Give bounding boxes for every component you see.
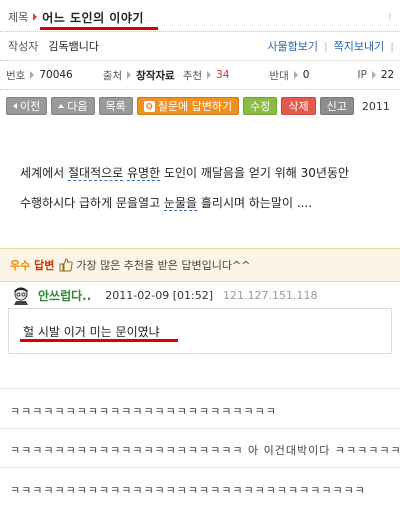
post-number: 70046	[39, 69, 73, 81]
author-links: 사물함보기 | 쪽지보내기 |	[267, 38, 400, 54]
divider	[0, 467, 400, 468]
post-year: 2011	[361, 99, 390, 113]
source-label: 출처	[102, 69, 123, 82]
arrow-icon	[30, 71, 35, 79]
divider	[0, 89, 400, 90]
divider	[0, 31, 400, 32]
author-label: 작성자	[8, 40, 39, 53]
author-name[interactable]: 김독뱀니다	[48, 38, 99, 54]
arrow-up-icon	[58, 104, 65, 108]
arrow-icon	[293, 71, 298, 79]
comment-item: ㅋㅋㅋㅋㅋㅋㅋㅋㅋㅋㅋㅋㅋㅋㅋㅋㅋㅋㅋㅋㅋㅋㅋㅋㅋㅋㅋㅋㅋㅋㅋㅋ	[10, 484, 366, 497]
answer-header: 안쓰럽다.. 2011-02-09 [01:52] 121.127.151.11…	[10, 285, 317, 305]
answer-datetime: 2011-02-09 [01:52]	[105, 288, 213, 302]
recommend-label: 추천	[182, 69, 203, 82]
oppose-label: 반대	[269, 69, 289, 82]
best-answer-banner: 우수 답변 가장 많은 추천을 받은 답변입니다^^	[0, 248, 400, 282]
message-link[interactable]: 쪽지보내기	[334, 40, 385, 53]
post-title: 어느 도인의 이야기	[42, 10, 144, 25]
author-row: 작성자 김독뱀니다 사물함보기 | 쪽지보내기 |	[0, 36, 400, 56]
arrow-left-icon	[13, 103, 17, 109]
divider	[0, 388, 400, 389]
title-highlight-underline	[40, 27, 158, 30]
arrow-icon	[207, 71, 212, 79]
post-body-line-2: 수행하시다 급하게 문을열고 눈물을 흘리시며 하는말이 ....	[20, 196, 313, 211]
next-button[interactable]: 다음	[51, 97, 95, 115]
best-answer-title: 우수 답변	[10, 259, 55, 272]
link-divider: |	[323, 40, 328, 53]
arrow-icon	[33, 13, 38, 21]
keyword-link[interactable]: 눈물을	[163, 196, 198, 211]
answer-box: 헐 시발 이거 미는 문이였냐	[8, 308, 392, 354]
report-button[interactable]: 신고	[319, 97, 354, 115]
arrow-icon	[371, 71, 376, 79]
post-body-line-1: 세계에서 절대적으로 유명한 도인이 깨달음을 얻기 위해 30년동안	[20, 166, 350, 181]
thumbs-up-icon	[58, 257, 74, 273]
num-label: 번호	[6, 69, 26, 82]
list-button[interactable]: 목록	[98, 97, 133, 115]
comment-item: ㅋㅋㅋㅋㅋㅋㅋㅋㅋㅋㅋㅋㅋㅋㅋㅋㅋㅋㅋㅋㅋ 아 이건대박이다 ㅋㅋㅋㅋㅋㅋ	[10, 444, 400, 457]
delete-button[interactable]: 삭제	[281, 97, 316, 115]
keyword-link[interactable]: 절대적으로	[67, 166, 124, 181]
link-divider: |	[390, 40, 394, 53]
edit-button[interactable]: 수정	[243, 97, 278, 115]
oppose-count: 0	[302, 69, 310, 81]
arrow-icon	[127, 71, 132, 79]
best-answer-desc: 가장 많은 추천을 받은 답변입니다^^	[76, 259, 251, 272]
answer-nickname[interactable]: 안쓰럽다..	[38, 287, 91, 304]
title-row: 제목 어느 도인의 이야기 !	[0, 5, 400, 29]
title-right-mark: !	[387, 10, 392, 24]
prev-button[interactable]: 이전	[6, 97, 48, 115]
comment-item: ㅋㅋㅋㅋㅋㅋㅋㅋㅋㅋㅋㅋㅋㅋㅋㅋㅋㅋㅋㅋㅋㅋㅋㅋ	[10, 405, 277, 418]
ip-value: 22	[380, 69, 395, 81]
answer-button[interactable]: Q 질문에 답변하기	[136, 97, 240, 115]
keyword-link[interactable]: 유명한	[127, 166, 161, 181]
profile-link[interactable]: 사물함보기	[267, 40, 318, 53]
answer-highlight-underline	[20, 339, 178, 342]
divider	[0, 428, 400, 429]
recommend-count: 34	[216, 69, 230, 81]
answer-ip: 121.127.151.118	[223, 288, 318, 302]
meta-row: 번호 70046 출처 창작자료 추천 34 반대 0 IP 22	[0, 66, 400, 84]
answer-text: 헐 시발 이거 미는 문이였냐	[23, 325, 160, 339]
title-label: 제목	[8, 11, 29, 24]
ip-label: IP	[357, 69, 367, 81]
toolbar: 이전 다음 목록 Q 질문에 답변하기 수정 삭제 신고 2011	[0, 96, 400, 116]
divider	[0, 60, 400, 61]
question-icon: Q	[143, 100, 155, 112]
source-value: 창작자료	[136, 69, 175, 82]
avatar	[10, 285, 32, 305]
